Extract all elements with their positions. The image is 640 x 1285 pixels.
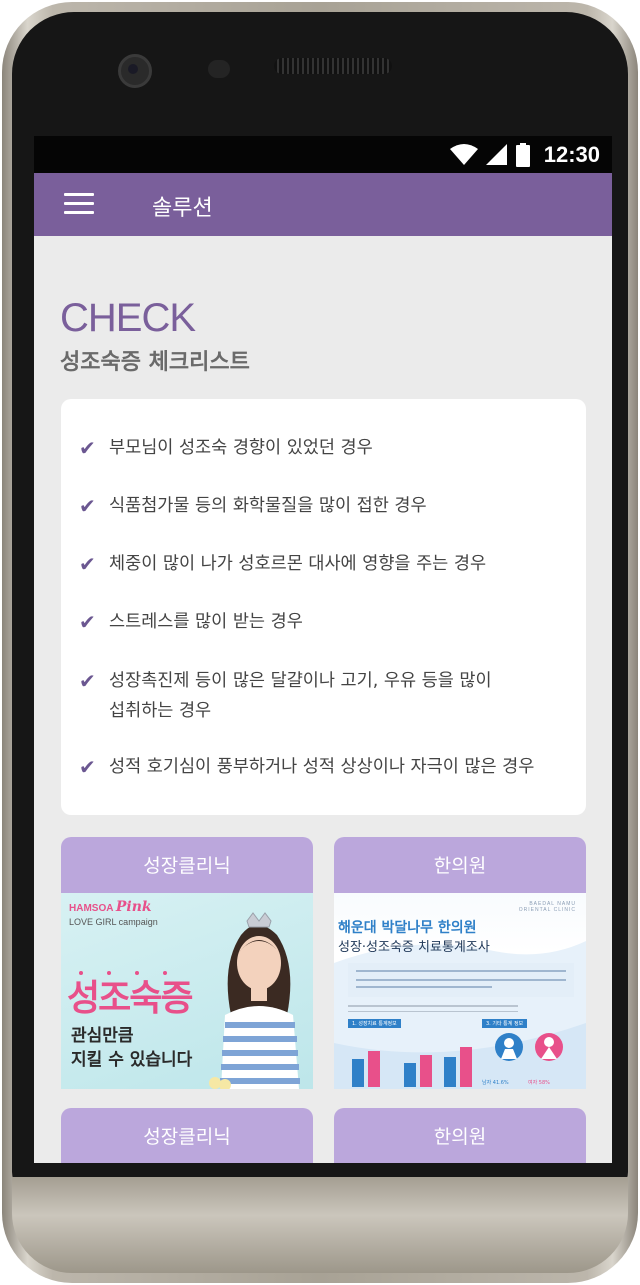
status-time: 12:30 bbox=[543, 142, 600, 167]
banner-brand: HAMSOA bbox=[69, 903, 114, 914]
checklist-item: ✔ 체중이 많이 나가 성호르몬 대사에 영향을 주는 경우 bbox=[79, 549, 486, 579]
banner-subline-2: 지킬 수 있습니다 bbox=[71, 1050, 193, 1070]
app-screen: 12:30 솔루션 CHECK 성조숙증 체크리스트 ✔ 부모님이 성조숙 경향… bbox=[34, 136, 612, 1163]
section-heading: CHECK bbox=[60, 296, 196, 340]
checklist-item-text: 식품첨가물 등의 화학물질을 많이 접한 경우 bbox=[109, 496, 427, 516]
survey-intro-box bbox=[348, 963, 574, 997]
checklist-item-text: 체중이 많이 나가 성호르몬 대사에 영향을 주는 경우 bbox=[109, 554, 487, 574]
banner-headline: 성조숙증 bbox=[67, 978, 193, 1019]
tile-header[interactable]: 한의원 bbox=[334, 1108, 586, 1163]
checkmark-icon: ✔ bbox=[79, 610, 96, 634]
wifi-icon bbox=[449, 144, 478, 165]
checklist-item: ✔ 성적 호기심이 풍부하거나 성적 상상이나 자극이 많은 경우 bbox=[79, 752, 534, 782]
checklist-item-text: 부모님이 성조숙 경향이 있었던 경우 bbox=[109, 438, 373, 458]
checklist-item-text-continued: 섭취하는 경우 bbox=[109, 701, 212, 721]
app-bar-title: 솔루션 bbox=[152, 196, 213, 221]
survey-section-2: 3. 기타 통계 정보 bbox=[482, 1019, 528, 1028]
checkmark-icon: ✔ bbox=[79, 669, 96, 693]
female-percent: 여자 58% bbox=[528, 1080, 550, 1086]
checklist-item: ✔ 스트레스를 많이 받는 경우 bbox=[79, 607, 303, 637]
checklist-item-text: 스트레스를 많이 받는 경우 bbox=[109, 612, 303, 632]
hamburger-menu-icon[interactable] bbox=[64, 193, 94, 215]
earpiece-speaker bbox=[274, 58, 392, 74]
checklist-item-text: 성장촉진제 등이 많은 달걀이나 고기, 우유 등을 많이 bbox=[109, 671, 492, 691]
tile-oriental-clinic[interactable]: 한의원 BAEDAL NAMU ORIENTAL CLINIC 해운대 박달나무… bbox=[334, 837, 586, 1089]
clinic-english-subtitle: ORIENTAL CLINIC bbox=[518, 907, 576, 913]
checkmark-icon: ✔ bbox=[79, 755, 96, 779]
checklist-item: ✔ 식품첨가물 등의 화학물질을 많이 접한 경우 bbox=[79, 491, 427, 521]
banner-brand-script: Pink bbox=[115, 899, 152, 915]
girl-illustration bbox=[209, 912, 300, 1089]
banner-subline-1: 관심만큼 bbox=[71, 1026, 134, 1046]
phone-chin bbox=[12, 1177, 628, 1273]
status-bar: 12:30 bbox=[34, 136, 612, 173]
front-camera bbox=[118, 54, 152, 88]
battery-icon bbox=[515, 143, 530, 167]
section-subheading: 성조숙증 체크리스트 bbox=[60, 350, 250, 375]
checklist-item: ✔ 성장촉진제 등이 많은 달걀이나 고기, 우유 등을 많이 섭취하는 경우 bbox=[79, 666, 492, 726]
checklist-item-text: 성적 호기심이 풍부하거나 성적 상상이나 자극이 많은 경우 bbox=[109, 757, 535, 777]
banner-campaign: LOVE GIRL campaign bbox=[69, 917, 158, 927]
survey-mini-charts bbox=[352, 1033, 563, 1087]
survey-title-1: 해운대 박달나무 한의원 bbox=[338, 920, 477, 936]
tile-growth-clinic-2[interactable]: 성장클리닉 bbox=[61, 1108, 313, 1163]
proximity-sensor bbox=[208, 60, 230, 78]
tile-oriental-clinic-2[interactable]: 한의원 bbox=[334, 1108, 586, 1163]
dots-decoration bbox=[73, 961, 167, 975]
checkmark-icon: ✔ bbox=[79, 436, 96, 460]
survey-title-2: 성장·성조숙증 치료통계조사 bbox=[338, 940, 490, 955]
tile-header[interactable]: 성장클리닉 bbox=[61, 837, 313, 893]
survey-section-1: 1. 성장치료 통계정보 bbox=[348, 1019, 401, 1028]
checkmark-icon: ✔ bbox=[79, 552, 96, 576]
tile-header[interactable]: 성장클리닉 bbox=[61, 1108, 313, 1163]
male-percent: 남자 41.6% bbox=[482, 1080, 509, 1086]
signal-icon bbox=[485, 144, 507, 165]
tile-growth-clinic[interactable]: 성장클리닉 HAMSOA Pink LOVE GIRL campaign 성조숙… bbox=[61, 837, 313, 1089]
checklist-item: ✔ 부모님이 성조숙 경향이 있었던 경우 bbox=[79, 433, 373, 463]
checklist-card: ✔ 부모님이 성조숙 경향이 있었던 경우 ✔ 식품첨가물 등의 화학물질을 많… bbox=[61, 399, 586, 815]
app-bar: 솔루션 bbox=[34, 173, 612, 236]
checkmark-icon: ✔ bbox=[79, 494, 96, 518]
growth-clinic-banner[interactable]: HAMSOA Pink LOVE GIRL campaign 성조숙증 관심만큼… bbox=[61, 893, 313, 1089]
oriental-clinic-banner[interactable]: BAEDAL NAMU ORIENTAL CLINIC 해운대 박달나무 한의원… bbox=[334, 893, 586, 1089]
survey-text-lines bbox=[348, 1005, 518, 1015]
tile-header[interactable]: 한의원 bbox=[334, 837, 586, 893]
